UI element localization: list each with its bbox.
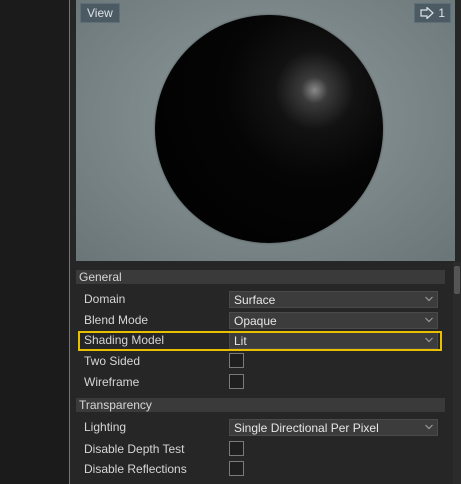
property-label: Disable Depth Test (84, 442, 185, 456)
property-row-disable-reflections: Disable Reflections (76, 460, 445, 480)
preview-viewport[interactable]: View 1 (76, 0, 455, 261)
properties-scrollbar-thumb[interactable] (454, 266, 460, 294)
material-editor: View 1 General Domain Surface Blend Mode… (70, 0, 461, 484)
camera-count: 1 (438, 6, 445, 20)
dropdown-value: Surface (234, 293, 276, 307)
property-label: Blend Mode (84, 313, 149, 327)
disable-reflections-checkbox[interactable] (229, 461, 244, 476)
blend-mode-dropdown[interactable]: Opaque (229, 312, 438, 329)
property-row-disable-depth-test: Disable Depth Test (76, 440, 445, 460)
section-general-header[interactable]: General (76, 270, 445, 284)
domain-dropdown[interactable]: Surface (229, 291, 438, 308)
lighting-dropdown[interactable]: Single Directional Per Pixel (229, 419, 438, 436)
section-transparency-header[interactable]: Transparency (76, 398, 445, 412)
property-row-blend-mode: Blend Mode Opaque (76, 311, 445, 331)
property-row-two-sided: Two Sided (76, 352, 445, 372)
dropdown-value: Opaque (234, 314, 277, 328)
property-label: Lighting (84, 420, 127, 434)
left-panel (0, 0, 70, 484)
property-row-wireframe: Wireframe (76, 373, 445, 393)
two-sided-checkbox[interactable] (229, 353, 244, 368)
camera-button[interactable]: 1 (414, 3, 451, 23)
disable-depth-test-checkbox[interactable] (229, 441, 244, 456)
view-button[interactable]: View (80, 3, 120, 23)
property-label: Domain (84, 292, 126, 306)
chevron-down-icon (425, 296, 433, 302)
property-label: Disable Reflections (84, 462, 187, 476)
camera-arrow-icon (420, 7, 435, 19)
material-preview-sphere (155, 15, 383, 243)
shading-model-highlight (78, 331, 442, 351)
property-row-lighting: Lighting Single Directional Per Pixel (76, 418, 445, 438)
properties-scrollbar-track[interactable] (453, 262, 461, 484)
property-label: Wireframe (84, 375, 140, 389)
property-row-domain: Domain Surface (76, 290, 445, 310)
wireframe-checkbox[interactable] (229, 374, 244, 389)
chevron-down-icon (425, 317, 433, 323)
dropdown-value: Single Directional Per Pixel (234, 421, 379, 435)
chevron-down-icon (425, 424, 433, 430)
property-label: Two Sided (84, 354, 141, 368)
